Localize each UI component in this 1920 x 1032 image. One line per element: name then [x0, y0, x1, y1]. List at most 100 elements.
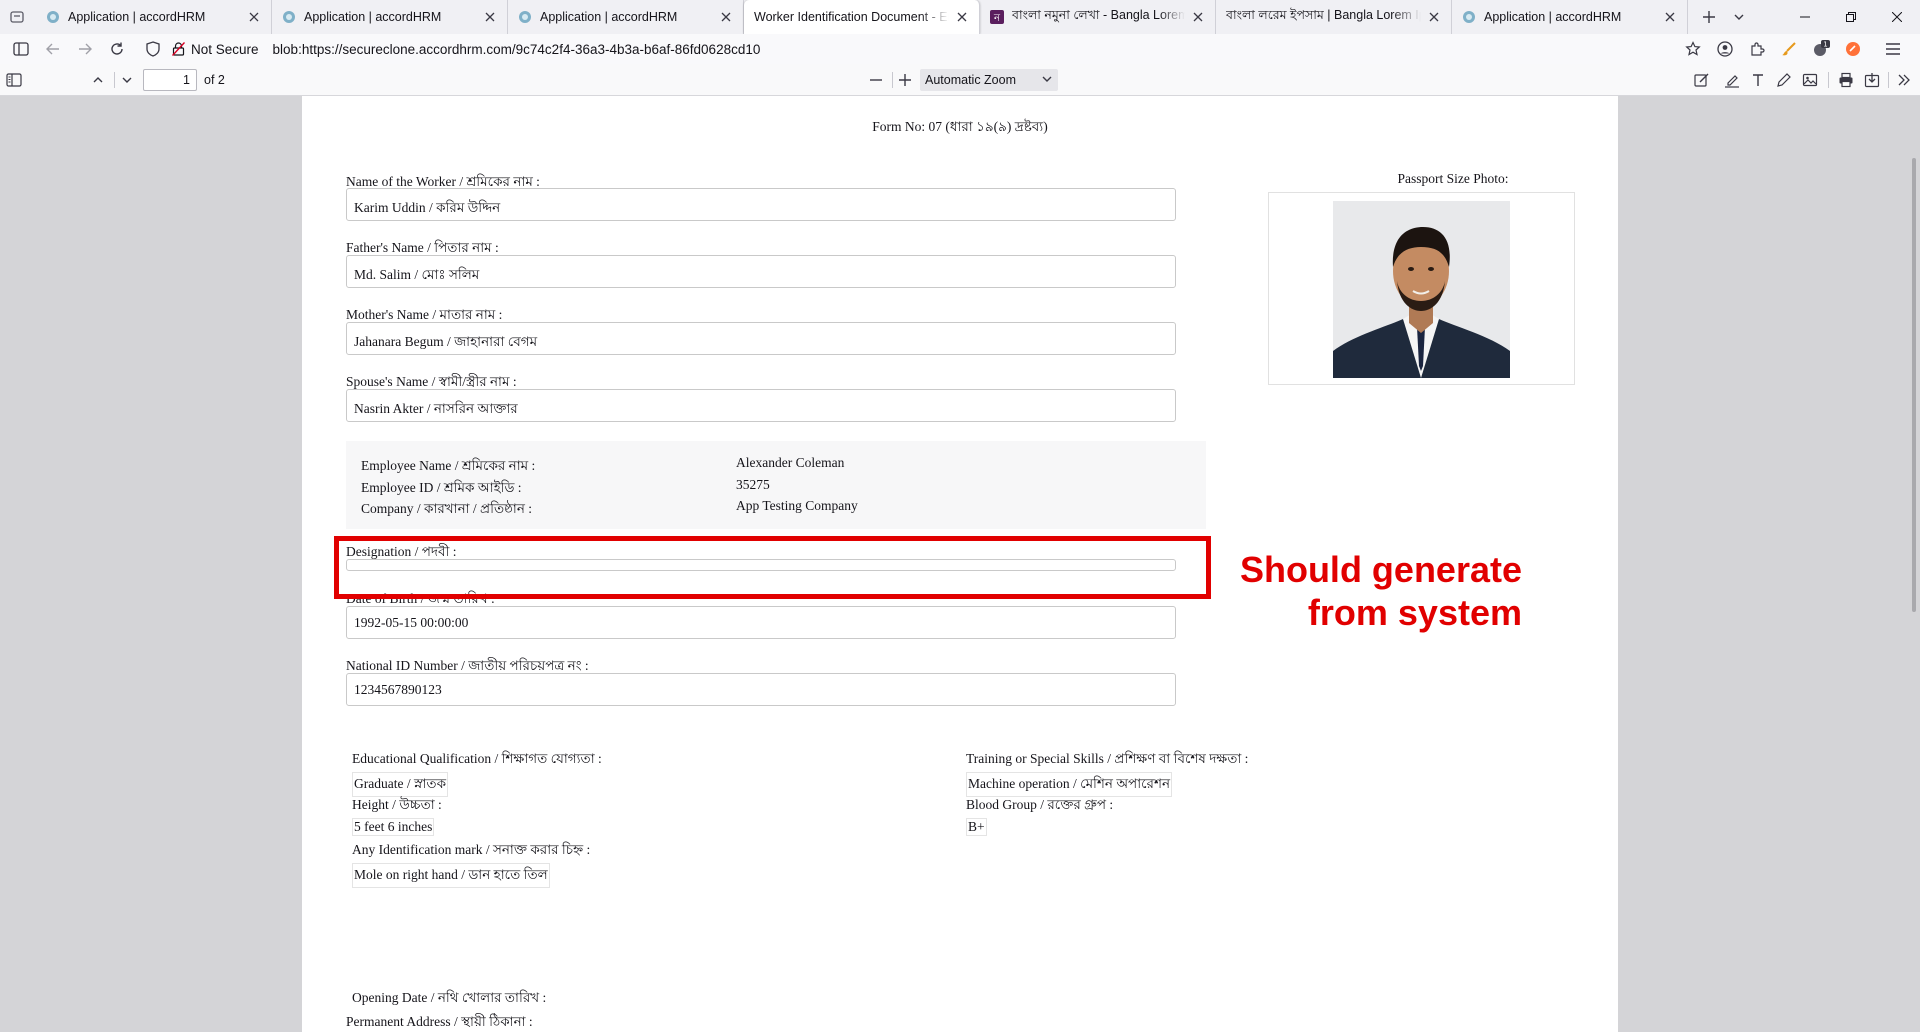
svg-text:ন: ন	[993, 13, 1001, 24]
reload-icon[interactable]	[104, 37, 130, 61]
passport-photo	[1333, 201, 1510, 378]
education-label: Educational Qualification / শিক্ষাগত যোগ…	[352, 751, 602, 766]
company-value: App Testing Company	[736, 498, 858, 513]
ext-badge-icon[interactable]: 1	[1808, 37, 1834, 61]
blood-group-item: Blood Group / রক্তের গ্রুপ : B+	[966, 794, 1113, 836]
blood-group-value: B+	[966, 818, 987, 836]
ext-brush-icon[interactable]	[1776, 37, 1802, 61]
close-tab-icon[interactable]	[717, 8, 735, 26]
page-count: of 2	[204, 73, 225, 87]
list-all-tabs-icon[interactable]	[0, 0, 34, 34]
zoom-select-value: Automatic Zoom	[925, 73, 1017, 87]
save-download-icon[interactable]	[1860, 68, 1884, 92]
toggle-sidebar-icon[interactable]	[2, 68, 26, 92]
tab-title: Application | accordHRM	[540, 10, 678, 24]
form-number: Form No: 07 (ধারা ১৯(৯) দ্রষ্টব্য)	[872, 119, 1048, 134]
tab-6[interactable]: Application | accordHRM	[1452, 0, 1688, 34]
spouse-name-field[interactable]: Nasrin Akter / নাসরিন আক্তার	[346, 389, 1176, 422]
bangla-site-favicon-icon: ন	[990, 10, 1004, 24]
identification-mark-item: Any Identification mark / সনাক্ত করার চি…	[352, 839, 590, 888]
blood-group-label: Blood Group / রক্তের গ্রুপ :	[966, 797, 1114, 812]
opening-date-label: Opening Date / নথি খোলার তারিখ :	[352, 990, 547, 1005]
tab-title: Application | accordHRM	[68, 10, 206, 24]
close-tab-icon[interactable]	[245, 8, 263, 26]
tab-title: বাংলা নমুনা লেখা - Bangla Lorem I	[1012, 8, 1185, 22]
bookmark-star-icon[interactable]	[1680, 37, 1706, 61]
print-icon[interactable]	[1834, 68, 1858, 92]
account-icon[interactable]	[1712, 37, 1738, 61]
tab-title: Application | accordHRM	[304, 10, 442, 24]
close-tab-icon[interactable]	[481, 8, 499, 26]
ext-orange-icon[interactable]	[1840, 37, 1866, 61]
page-number-input[interactable]: 1	[143, 69, 197, 91]
close-tab-icon[interactable]	[1661, 8, 1679, 26]
previous-page-icon[interactable]	[86, 68, 110, 92]
tab-title: Worker Identification Document - Emp	[754, 10, 949, 24]
height-item: Height / উচ্চতা : 5 feet 6 inches	[352, 794, 442, 836]
tab-strip: Application | accordHRM Application | ac…	[0, 0, 1920, 34]
annotation-note: Should generate from system	[1239, 549, 1522, 633]
identification-mark-value: Mole on right hand / ডান হাতে তিল	[352, 863, 550, 888]
accordhrm-favicon-icon	[518, 10, 532, 24]
education-item: Educational Qualification / শিক্ষাগত যোগ…	[352, 748, 602, 797]
toolbar-divider	[1828, 72, 1829, 88]
mother-name-field[interactable]: Jahanara Begum / জাহানারা বেগম	[346, 322, 1176, 355]
worker-name-field[interactable]: Karim Uddin / করিম উদ্দিন	[346, 188, 1176, 221]
employee-id-label: Employee ID / শ্রমিক আইডি :	[361, 480, 522, 495]
next-page-icon[interactable]	[115, 68, 139, 92]
insecure-lock-icon	[172, 42, 185, 56]
employee-info-box: Employee Name / শ্রমিকের নাম : Alexander…	[346, 441, 1206, 529]
zoom-out-icon[interactable]	[864, 68, 888, 92]
url-text[interactable]: blob:https://secureclone.accordhrm.com/9…	[273, 42, 761, 57]
close-tab-icon[interactable]	[1189, 8, 1207, 26]
father-name-field[interactable]: Md. Salim / মোঃ সলিম	[346, 255, 1176, 288]
employee-name-value: Alexander Coleman	[736, 455, 845, 470]
back-arrow-icon[interactable]	[40, 37, 66, 61]
restore-window-icon[interactable]	[1828, 0, 1874, 34]
tab-2[interactable]: Application | accordHRM	[508, 0, 744, 34]
add-text-icon[interactable]	[1746, 68, 1770, 92]
highlight-icon[interactable]	[1720, 68, 1744, 92]
not-secure-label: Not Secure	[191, 41, 259, 57]
draw-pen-icon[interactable]	[1772, 68, 1796, 92]
forward-arrow-icon[interactable]	[72, 37, 98, 61]
date-of-birth-field[interactable]: 1992-05-15 00:00:00	[346, 606, 1176, 639]
address-bar[interactable]: Not Secure blob:https://secureclone.acco…	[146, 37, 760, 61]
add-image-icon[interactable]	[1798, 68, 1822, 92]
shield-icon[interactable]	[140, 37, 166, 61]
chevron-down-icon[interactable]	[1724, 0, 1754, 34]
scrollbar-thumb[interactable]	[1912, 158, 1916, 612]
tab-0[interactable]: Application | accordHRM	[36, 0, 272, 34]
tab-3-active[interactable]: Worker Identification Document - Emp	[744, 0, 980, 34]
close-tab-icon[interactable]	[1425, 8, 1443, 26]
not-secure-indicator[interactable]: Not Secure	[172, 42, 259, 57]
hamburger-menu-icon[interactable]	[1880, 37, 1906, 61]
pdf-toolbar: 1 of 2 Automatic Zoom	[0, 64, 1920, 96]
national-id-field[interactable]: 1234567890123	[346, 673, 1176, 706]
sidebar-toggle-icon[interactable]	[8, 37, 34, 61]
tools-chevron-double-right-icon[interactable]	[1892, 68, 1916, 92]
zoom-select[interactable]: Automatic Zoom	[920, 69, 1058, 91]
pdf-page-2: Opening Date / নথি খোলার তারিখ : Permane…	[302, 945, 1618, 1032]
extensions-puzzle-icon[interactable]	[1744, 37, 1770, 61]
passport-photo-frame	[1268, 192, 1575, 385]
add-signature-icon[interactable]	[1690, 68, 1714, 92]
minimize-window-icon[interactable]	[1782, 0, 1828, 34]
chevron-down-icon	[1042, 69, 1052, 91]
zoom-in-icon[interactable]	[893, 68, 917, 92]
extension-badge-count: 1	[1823, 41, 1827, 49]
close-window-icon[interactable]	[1874, 0, 1920, 34]
new-tab-icon[interactable]	[1694, 0, 1724, 34]
close-tab-icon[interactable]	[953, 8, 971, 26]
tab-1[interactable]: Application | accordHRM	[272, 0, 508, 34]
height-label: Height / উচ্চতা :	[352, 797, 442, 812]
height-value: 5 feet 6 inches	[352, 818, 435, 836]
accordhrm-favicon-icon	[282, 10, 296, 24]
toolbar-divider	[1888, 72, 1889, 88]
tab-title: বাংলা লরেম ইপসাম | Bangla Lorem Ip	[1226, 8, 1421, 22]
tab-5[interactable]: বাংলা লরেম ইপসাম | Bangla Lorem Ip	[1216, 0, 1452, 34]
accordhrm-favicon-icon	[1462, 10, 1476, 24]
company-label: Company / কারখানা / প্রতিষ্ঠান :	[361, 501, 532, 516]
tab-title: Application | accordHRM	[1484, 10, 1622, 24]
tab-4[interactable]: ন বাংলা নমুনা লেখা - Bangla Lorem I	[980, 0, 1216, 34]
